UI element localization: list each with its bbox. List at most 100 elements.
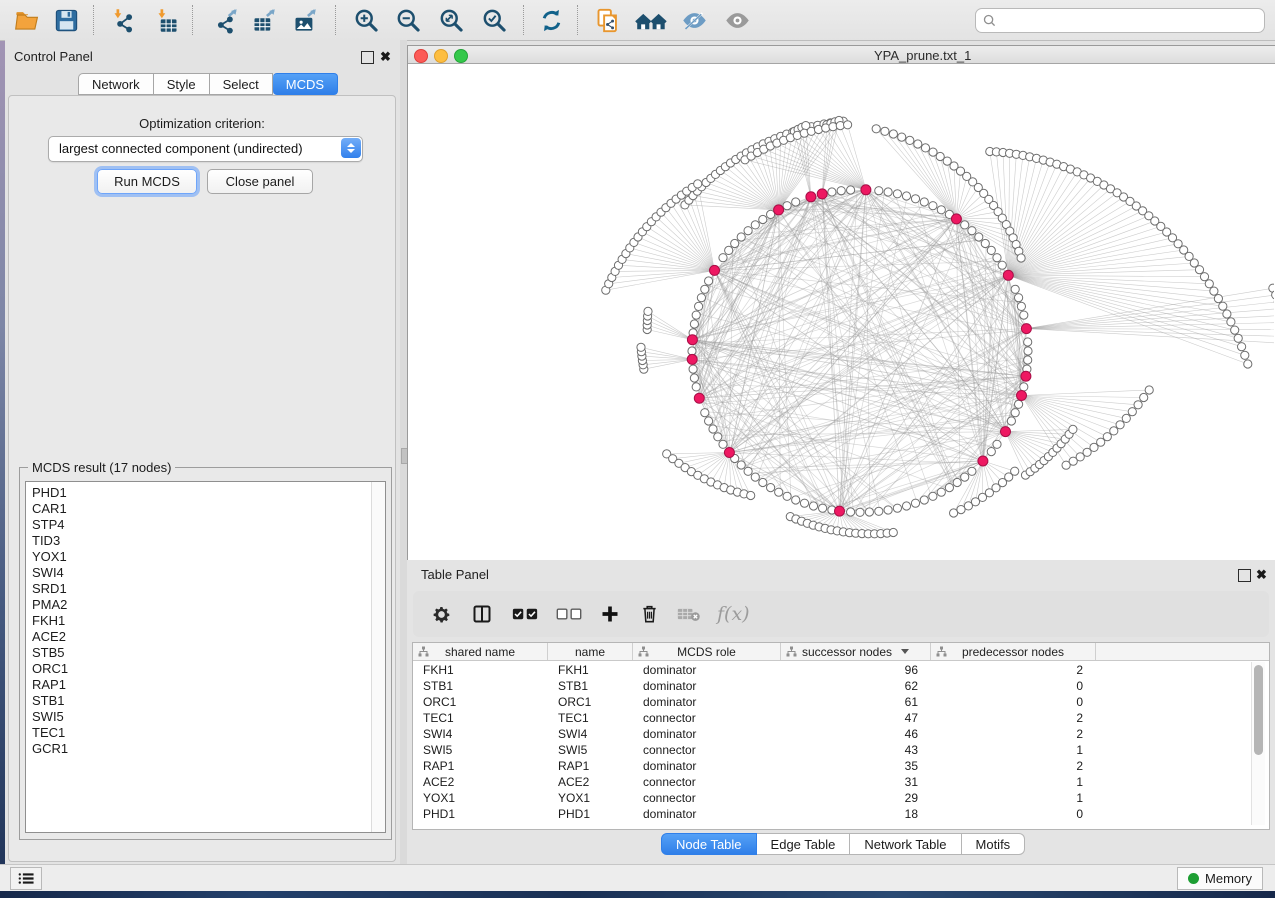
table-row[interactable]: YOX1YOX1connector291 [413,790,1269,806]
network-node[interactable] [884,188,892,196]
mcds-dominator-node[interactable] [710,265,720,275]
float-table-panel-icon[interactable] [1238,569,1251,582]
mcds-result-item[interactable]: ORC1 [26,661,385,677]
network-node[interactable] [1234,334,1242,342]
network-node[interactable] [884,506,892,514]
network-node[interactable] [688,347,696,355]
tab-motifs[interactable]: Motifs [962,833,1026,855]
network-node[interactable] [911,499,919,507]
network-node[interactable] [893,504,901,512]
mcds-dominator-node[interactable] [1021,324,1031,334]
network-node[interactable] [893,190,901,198]
network-node[interactable] [690,320,698,328]
network-node[interactable] [1195,266,1203,274]
close-panel-button[interactable]: Close panel [207,169,313,194]
gear-icon[interactable] [431,599,452,629]
mcds-dominator-node[interactable] [774,205,784,215]
network-node[interactable] [800,499,808,507]
network-node[interactable] [747,491,755,499]
mcds-result-item[interactable]: SRD1 [26,581,385,597]
network-node[interactable] [1007,417,1015,425]
network-node[interactable] [1011,467,1019,475]
network-node[interactable] [697,294,705,302]
mcds-dominator-node[interactable] [687,354,697,364]
network-node[interactable] [1214,295,1222,303]
network-node[interactable] [1244,360,1252,368]
network-node[interactable] [1200,273,1208,281]
mcds-dominator-node[interactable] [687,335,697,345]
tab-node-table[interactable]: Node Table [661,833,757,855]
network-node[interactable] [902,192,910,200]
network-node[interactable] [875,187,883,195]
network-node[interactable] [714,433,722,441]
mcds-result-item[interactable]: SWI5 [26,709,385,725]
import-network-icon[interactable] [108,5,138,35]
column-header-successor-nodes[interactable]: successor nodes [781,643,931,660]
tab-network-table[interactable]: Network Table [850,833,961,855]
table-row[interactable]: ACE2ACE2connector311 [413,774,1269,790]
tab-network[interactable]: Network [78,73,154,95]
network-node[interactable] [767,484,775,492]
table-row[interactable]: PHD1PHD1dominator180 [413,806,1269,822]
network-node[interactable] [731,239,739,247]
network-node[interactable] [644,307,652,315]
mcds-result-item[interactable]: PHD1 [26,482,385,501]
show-panels-button[interactable] [10,867,42,890]
network-node[interactable] [889,528,897,536]
column-header-name[interactable]: name [548,643,633,660]
network-node[interactable] [1134,401,1142,409]
network-node[interactable] [875,507,883,515]
network-node[interactable] [1011,409,1019,417]
network-node[interactable] [945,484,953,492]
hide-columns-icon[interactable] [556,599,582,629]
export-image-icon[interactable] [289,5,319,35]
network-node[interactable] [775,488,783,496]
network-node[interactable] [1145,386,1153,394]
network-node[interactable] [705,277,713,285]
mcds-result-item[interactable]: STB1 [26,693,385,709]
add-column-icon[interactable] [600,599,620,629]
network-node[interactable] [929,492,937,500]
network-node[interactable] [847,508,855,516]
network-node[interactable] [737,461,745,469]
table-row[interactable]: RAP1RAP1dominator352 [413,758,1269,774]
network-node[interactable] [792,198,800,206]
network-node[interactable] [1241,351,1249,359]
zoom-in-icon[interactable] [351,5,381,35]
network-node[interactable] [847,186,855,194]
save-session-icon[interactable] [51,5,81,35]
network-node[interactable] [1116,421,1124,429]
mcds-dominator-node[interactable] [951,214,961,224]
close-table-panel-icon[interactable]: ✖ [1256,569,1267,580]
mcds-result-item[interactable]: STP4 [26,517,385,533]
network-node[interactable] [744,227,752,235]
list-scrollbar[interactable] [371,482,385,832]
search-field[interactable] [975,8,1265,33]
network-node[interactable] [1020,383,1028,391]
network-node[interactable] [953,478,961,486]
window-minimize-icon[interactable] [434,49,448,63]
memory-button[interactable]: Memory [1177,867,1263,890]
network-node[interactable] [961,221,969,229]
table-row[interactable]: FKH1FKH1dominator962 [413,662,1269,678]
network-node[interactable] [759,478,767,486]
network-node[interactable] [725,246,733,254]
network-node[interactable] [1017,302,1025,310]
window-close-icon[interactable] [414,49,428,63]
tab-select[interactable]: Select [210,73,273,95]
show-columns-icon[interactable] [512,599,538,629]
mcds-dominator-node[interactable] [978,456,988,466]
mcds-result-item[interactable]: FKH1 [26,613,385,629]
column-header-predecessor-nodes[interactable]: predecessor nodes [931,643,1096,660]
network-node[interactable] [1011,285,1019,293]
network-node[interactable] [692,383,700,391]
table-row[interactable]: SWI4SWI4dominator462 [413,726,1269,742]
table-row[interactable]: STB1STB1dominator620 [413,678,1269,694]
network-node[interactable] [844,121,852,129]
network-node[interactable] [809,502,817,510]
network-node[interactable] [751,473,759,481]
optimization-criterion-select[interactable]: largest connected component (undirected) [48,136,363,162]
network-node[interactable] [993,254,1001,262]
mcds-result-list[interactable]: PHD1CAR1STP4TID3YOX1SWI4SRD1PMA2FKH1ACE2… [25,481,386,833]
mcds-result-item[interactable]: RAP1 [26,677,385,693]
